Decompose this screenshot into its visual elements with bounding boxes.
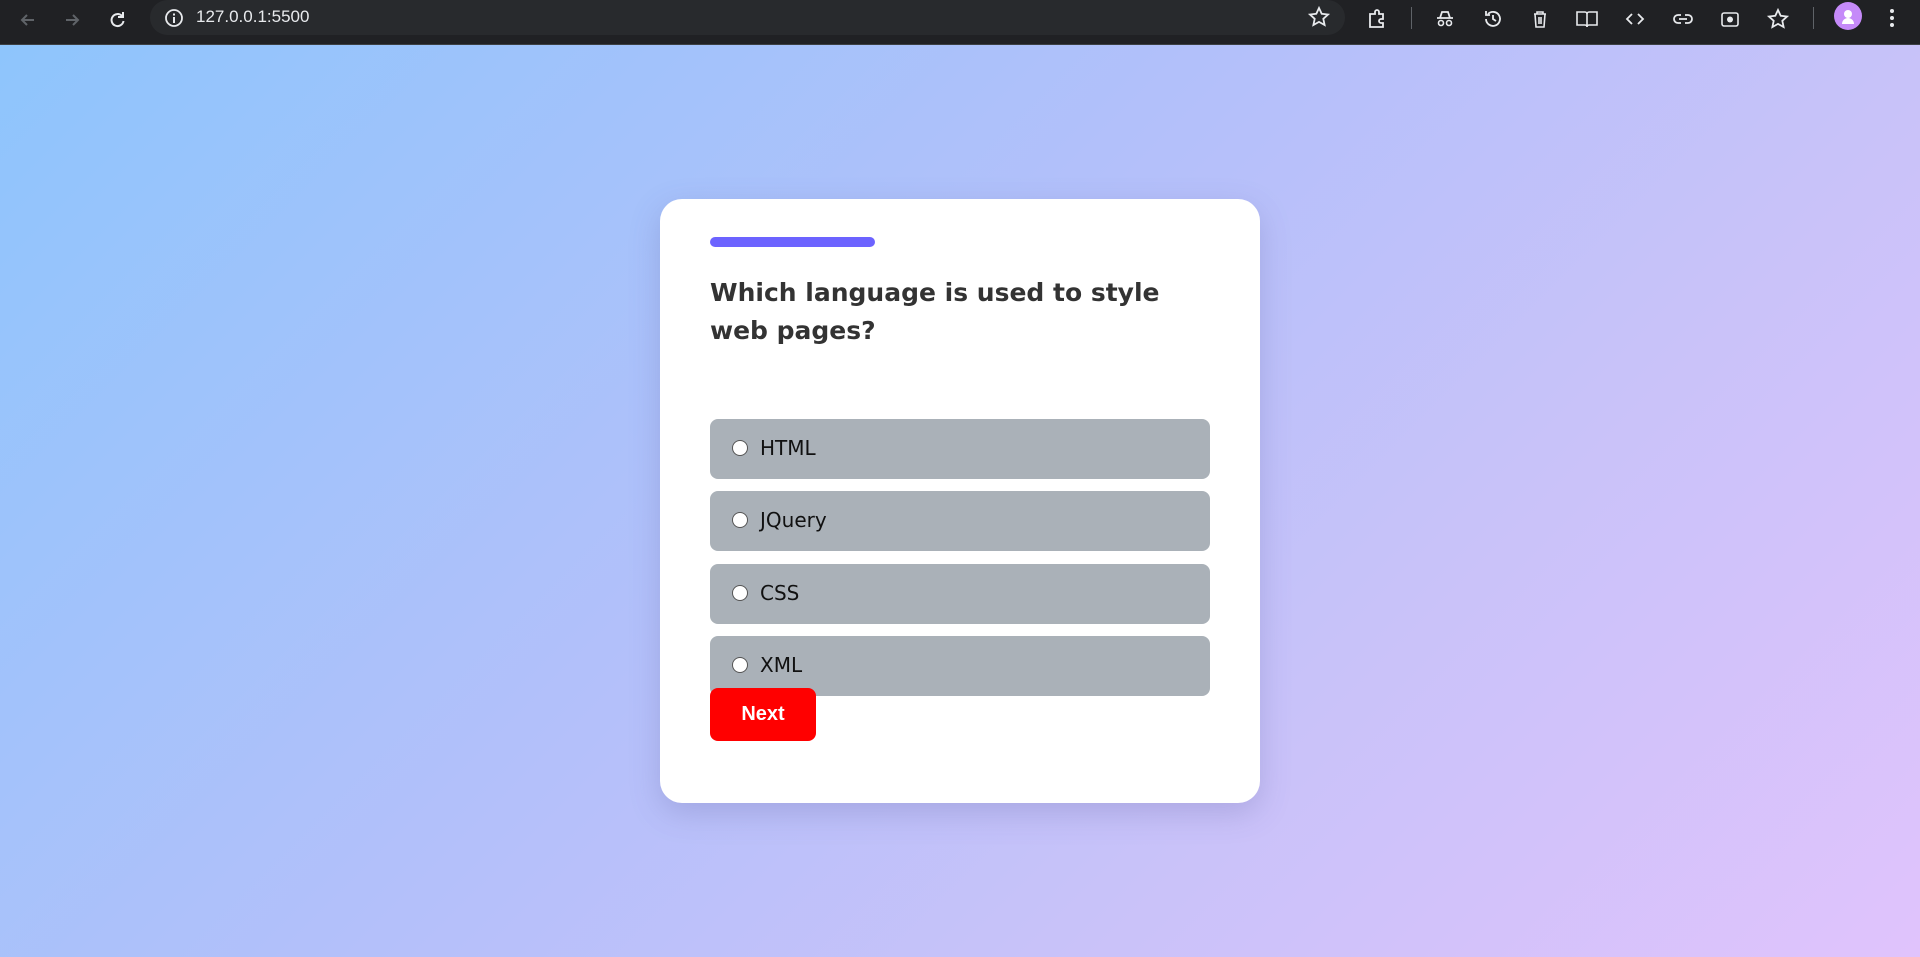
delete-button[interactable] — [1525, 4, 1555, 34]
option-css[interactable]: CSS — [710, 564, 1210, 624]
screenshot-button[interactable] — [1715, 4, 1745, 34]
history-icon — [1485, 11, 1501, 27]
option-label: XML — [760, 653, 803, 677]
incognito-button[interactable] — [1430, 4, 1460, 34]
option-xml[interactable]: XML — [710, 636, 1210, 696]
radio-button[interactable] — [732, 657, 748, 673]
quiz-question: Which language is used to style web page… — [710, 278, 1160, 345]
radio-button[interactable] — [732, 440, 748, 456]
code-brackets-icon — [1625, 13, 1645, 25]
quiz-card: Which language is used to style web page… — [660, 199, 1260, 803]
address-bar[interactable]: 127.0.0.1:5500 — [150, 0, 1345, 35]
forward-button[interactable] — [54, 4, 90, 36]
toolbar-separator — [1813, 7, 1814, 29]
arrow-right-icon — [66, 14, 80, 26]
link-icon — [1673, 14, 1693, 24]
next-button[interactable]: Next — [710, 688, 816, 741]
extensions-button[interactable] — [1362, 4, 1392, 34]
option-label: JQuery — [760, 508, 827, 532]
quiz-progress-bar — [710, 237, 875, 247]
camera-icon — [1721, 12, 1739, 27]
option-html[interactable]: HTML — [710, 419, 1210, 479]
reload-icon — [110, 12, 125, 28]
profile-avatar[interactable] — [1834, 2, 1862, 30]
radio-button[interactable] — [732, 512, 748, 528]
trash-icon — [1534, 11, 1546, 28]
info-circle-icon[interactable] — [163, 7, 185, 29]
link-button[interactable] — [1668, 4, 1698, 34]
option-label: CSS — [760, 581, 800, 605]
page-background: Which language is used to style web page… — [0, 45, 1920, 957]
devtools-button[interactable] — [1620, 4, 1650, 34]
arrow-left-icon — [20, 14, 34, 26]
puzzle-icon — [1369, 9, 1384, 28]
history-button[interactable] — [1478, 4, 1508, 34]
avatar-icon — [1842, 10, 1854, 24]
bookmark-star-icon[interactable] — [1307, 5, 1331, 29]
favorites-button[interactable] — [1763, 4, 1793, 34]
option-jquery[interactable]: JQuery — [710, 491, 1210, 551]
reading-mode-button[interactable] — [1572, 4, 1602, 34]
book-icon — [1576, 11, 1598, 28]
reload-button[interactable] — [99, 4, 135, 36]
star-outline-icon — [1766, 7, 1790, 29]
option-label: HTML — [760, 436, 816, 460]
incognito-icon — [1437, 11, 1453, 27]
three-dots-icon — [1890, 9, 1894, 27]
toolbar-separator — [1411, 7, 1412, 29]
back-button[interactable] — [10, 4, 46, 36]
browser-menu-button[interactable] — [1880, 4, 1904, 32]
browser-toolbar: 127.0.0.1:5500 — [0, 0, 1920, 45]
url-text[interactable]: 127.0.0.1:5500 — [196, 7, 309, 27]
radio-button[interactable] — [732, 585, 748, 601]
